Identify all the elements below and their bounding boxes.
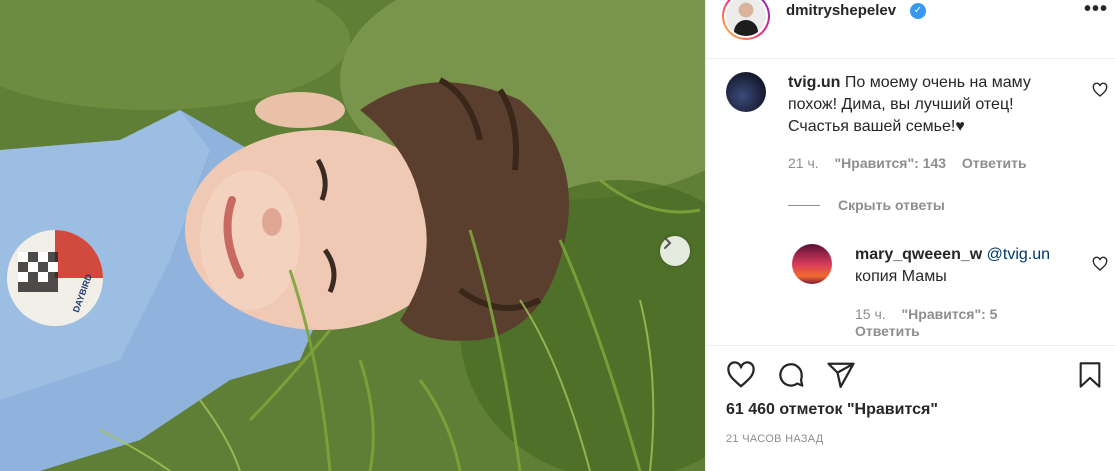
reply-like-heart-icon[interactable] [1092,256,1108,272]
author-username[interactable]: dmitryshepelev [786,2,896,19]
reply-time[interactable]: 15 ч. [855,306,886,322]
reply-meta: 15 ч. "Нравится": 5 Ответить [855,306,1009,339]
photo-illustration: DAYBIRD [0,0,705,471]
next-photo-button[interactable] [660,236,690,266]
divider [788,205,820,206]
comment-meta: 21 ч. "Нравится": 143 Ответить [788,155,1039,171]
likes-count[interactable]: 61 460 отметок "Нравится" [726,401,938,419]
reply-avatar[interactable] [792,244,832,284]
heart-icon[interactable] [726,360,756,390]
comment-body: tvig.un По моему очень на маму похож! Ди… [788,72,1060,138]
share-icon[interactable] [826,360,856,390]
more-icon[interactable]: ••• [1084,0,1108,21]
post-photo[interactable]: DAYBIRD [0,0,705,471]
reply-username[interactable]: mary_qweeen_w [855,246,982,263]
reply-likes[interactable]: "Нравится": 5 [902,306,998,322]
reply-button[interactable]: Ответить [962,155,1027,171]
comment-time[interactable]: 21 ч. [788,155,819,171]
reply-text: копия Мамы [855,268,947,285]
comment-icon[interactable] [776,360,806,390]
reply-reply-button[interactable]: Ответить [855,323,920,339]
comment-like-heart-icon[interactable] [1092,82,1108,98]
hide-replies-button[interactable]: Скрыть ответы [838,197,945,213]
bookmark-icon[interactable] [1076,360,1104,390]
post-sidebar: dmitryshepelev ✓ ••• tvig.un По моему оч… [705,0,1115,471]
post-timestamp[interactable]: 21 ЧАСОВ НАЗАД [726,433,824,445]
comments-list: tvig.un По моему очень на маму похож! Ди… [706,60,1115,345]
reply-mention[interactable]: @tvig.un [987,246,1050,263]
post-actions: 61 460 отметок "Нравится" 21 ЧАСОВ НАЗАД [706,345,1115,471]
chevron-right-icon [664,237,672,249]
comment-likes[interactable]: "Нравится": 143 [835,155,946,171]
verified-badge-icon: ✓ [910,3,926,19]
author-avatar[interactable] [722,0,770,40]
post-header: dmitryshepelev ✓ ••• [706,0,1115,59]
comment-username[interactable]: tvig.un [788,74,840,91]
commenter-avatar[interactable] [726,72,766,112]
reply-body: mary_qweeen_w @tvig.un копия Мамы [855,244,1075,288]
